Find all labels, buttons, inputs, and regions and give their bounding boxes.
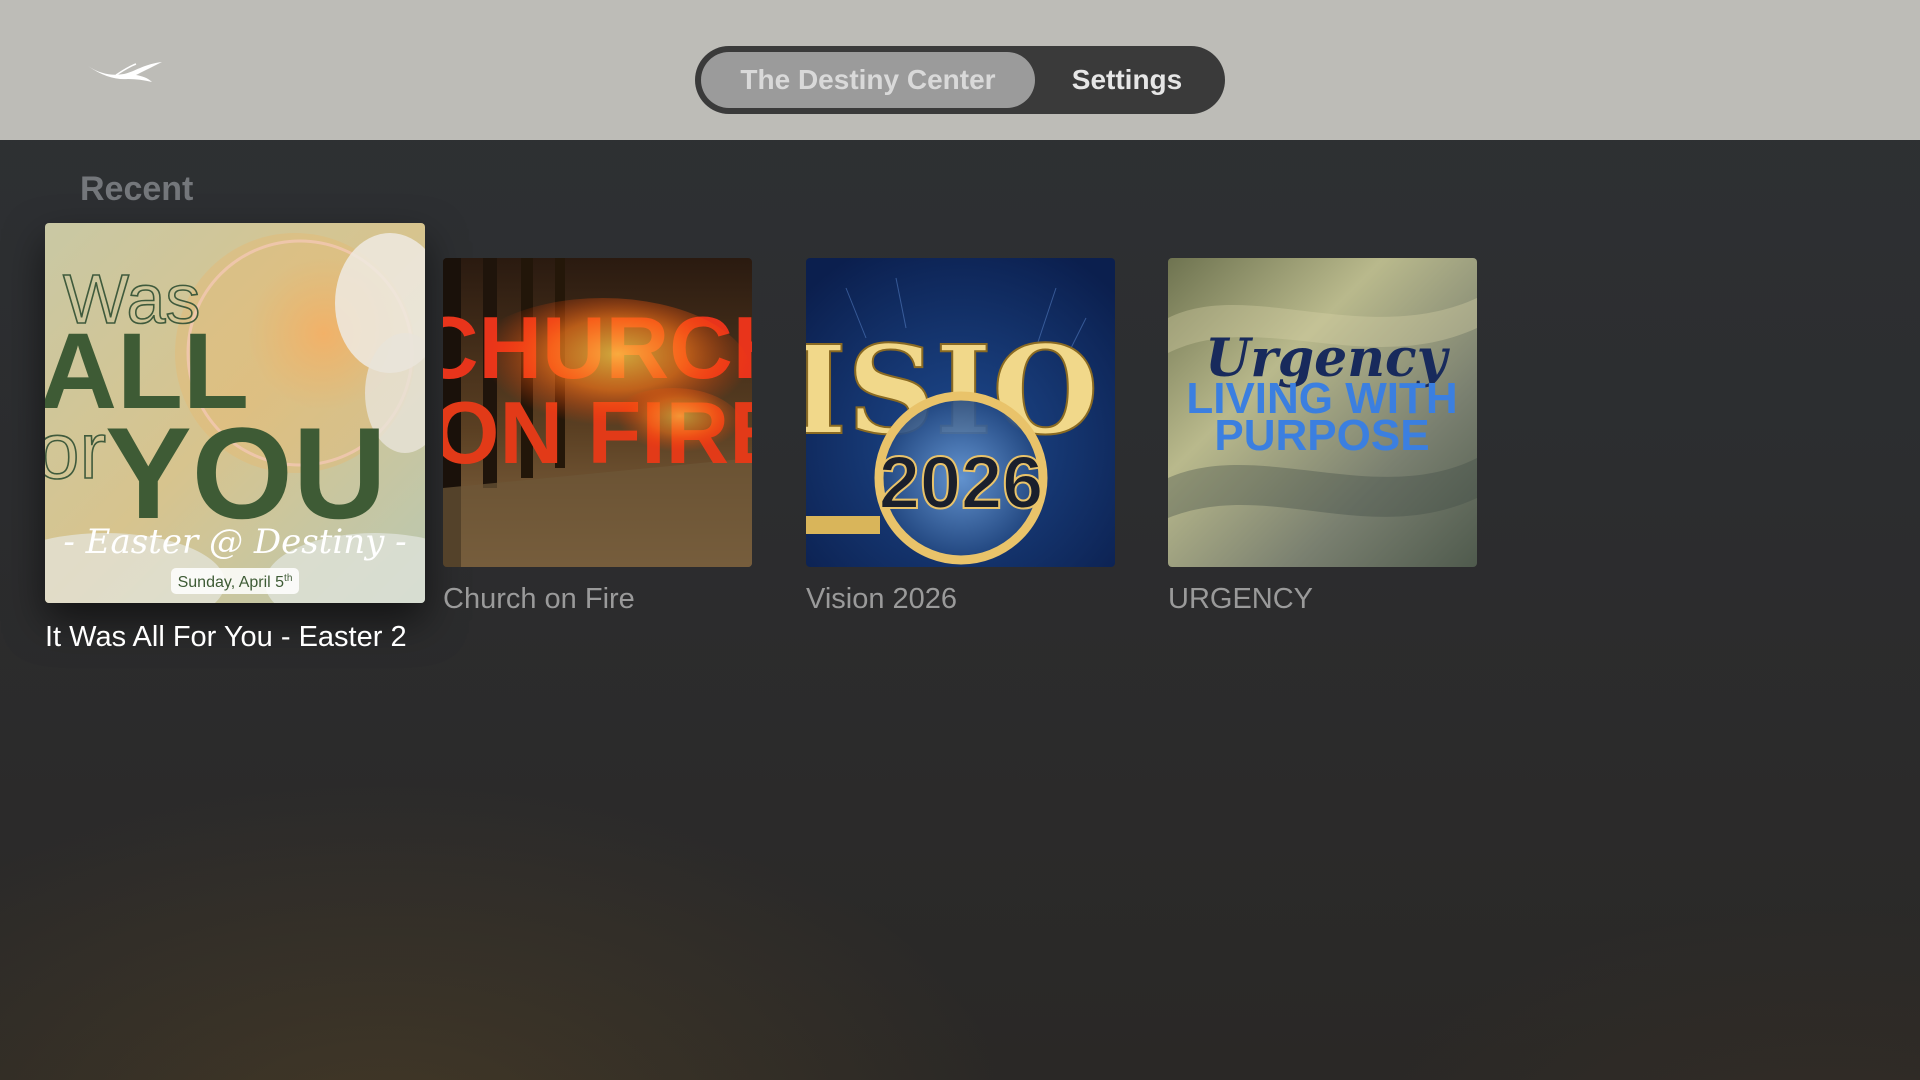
media-title-church-on-fire: Church on Fire	[443, 583, 635, 615]
tab-the-destiny-center[interactable]: The Destiny Center	[701, 52, 1035, 108]
top-navigation-bar: The Destiny Center Settings	[0, 0, 1920, 140]
media-title-easter: It Was All For You - Easter 2	[45, 621, 407, 653]
dove-icon	[88, 62, 162, 82]
top-tab-switcher: The Destiny Center Settings	[695, 46, 1225, 114]
media-artwork-church-on-fire: CHURCH ON FIRE	[443, 258, 752, 567]
media-card-church-on-fire[interactable]: CHURCH ON FIRE Church on Fire	[443, 258, 752, 628]
media-title-urgency: URGENCY	[1168, 583, 1314, 615]
media-card-vision-2026[interactable]: ISIO 2026 Vision 2026	[806, 258, 1115, 628]
artwork-text-subtitle: - Easter @ Destiny -	[63, 522, 406, 562]
media-artwork-easter: Was ALL or YOU - Easter @ Destiny - Sund…	[45, 223, 425, 603]
artwork-text-or: or	[45, 406, 106, 495]
media-card-urgency[interactable]: Urgency LIVING WITH PURPOSE URGENCY	[1168, 258, 1477, 628]
media-artwork-urgency: Urgency LIVING WITH PURPOSE	[1168, 258, 1477, 567]
artwork-text-purpose: PURPOSE	[1214, 411, 1429, 460]
artwork-text-date: Sunday, April 5th	[178, 573, 293, 591]
media-artwork-vision-2026: ISIO 2026	[806, 258, 1115, 567]
tab-settings[interactable]: Settings	[1035, 52, 1219, 108]
artwork-text-2026: 2026	[879, 441, 1044, 524]
media-card-easter[interactable]: Was ALL or YOU - Easter @ Destiny - Sund…	[45, 223, 425, 663]
section-title-recent: Recent	[80, 170, 194, 208]
media-title-vision-2026: Vision 2026	[806, 583, 958, 615]
